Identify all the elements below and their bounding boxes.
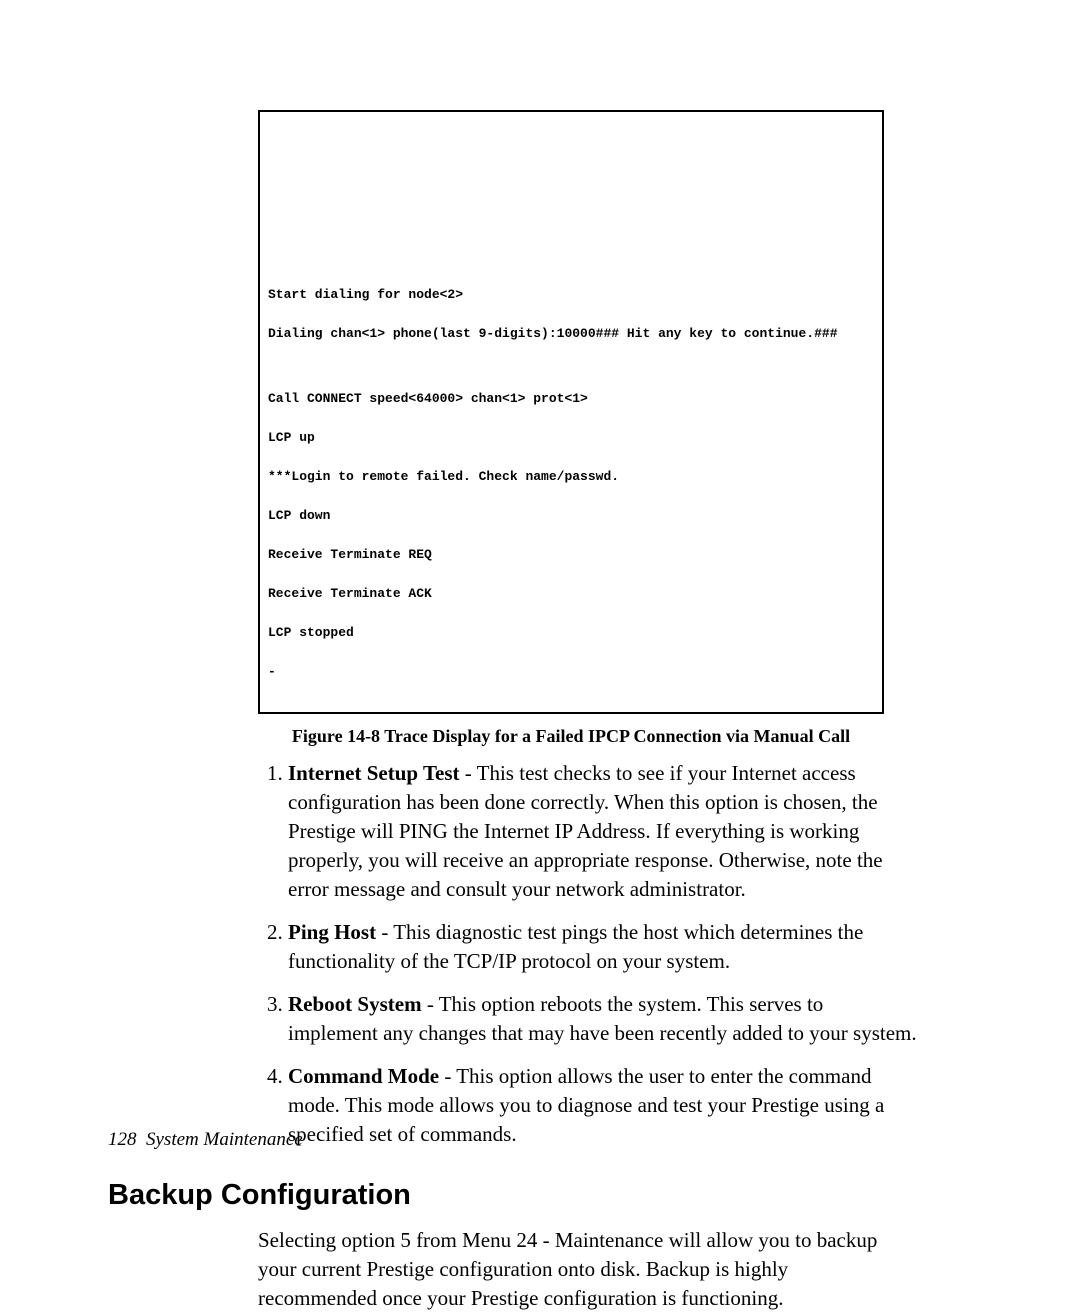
trace-line: LCP stopped — [268, 626, 876, 639]
list-item-title: Internet Setup Test — [288, 761, 460, 785]
footer-label: System Maintenance — [146, 1129, 303, 1150]
list-item-title: Reboot System — [288, 992, 422, 1016]
list-item: Ping Host - This diagnostic test pings t… — [288, 918, 918, 976]
trace-line: - — [268, 665, 876, 678]
trace-line: Receive Terminate REQ — [268, 548, 876, 561]
section-heading: Backup Configuration — [108, 1179, 972, 1212]
trace-line: Call CONNECT speed<64000> chan<1> prot<1… — [268, 392, 876, 405]
list-item: Internet Setup Test - This test checks t… — [288, 759, 918, 904]
trace-line: LCP down — [268, 509, 876, 522]
list-item-title: Command Mode — [288, 1064, 439, 1088]
list-item: Command Mode - This option allows the us… — [288, 1062, 918, 1149]
trace-line: LCP up — [268, 431, 876, 444]
trace-line: Receive Terminate ACK — [268, 587, 876, 600]
page-number: 128 — [108, 1129, 137, 1150]
trace-line: Dialing chan<1> phone(last 9-digits):100… — [268, 327, 876, 340]
numbered-list: Internet Setup Test - This test checks t… — [258, 759, 918, 1149]
trace-figure-box: Start dialing for node<2> Dialing chan<1… — [258, 110, 884, 714]
page: Start dialing for node<2> Dialing chan<1… — [0, 0, 1080, 1311]
trace-line: Start dialing for node<2> — [268, 288, 876, 301]
trace-line: ***Login to remote failed. Check name/pa… — [268, 470, 876, 483]
figure-caption: Figure 14-8 Trace Display for a Failed I… — [258, 726, 884, 747]
page-footer: 128 System Maintenance — [108, 1129, 303, 1151]
section-body: Selecting option 5 from Menu 24 - Mainte… — [258, 1226, 898, 1313]
list-item-title: Ping Host — [288, 920, 376, 944]
list-item: Reboot System - This option reboots the … — [288, 990, 918, 1048]
